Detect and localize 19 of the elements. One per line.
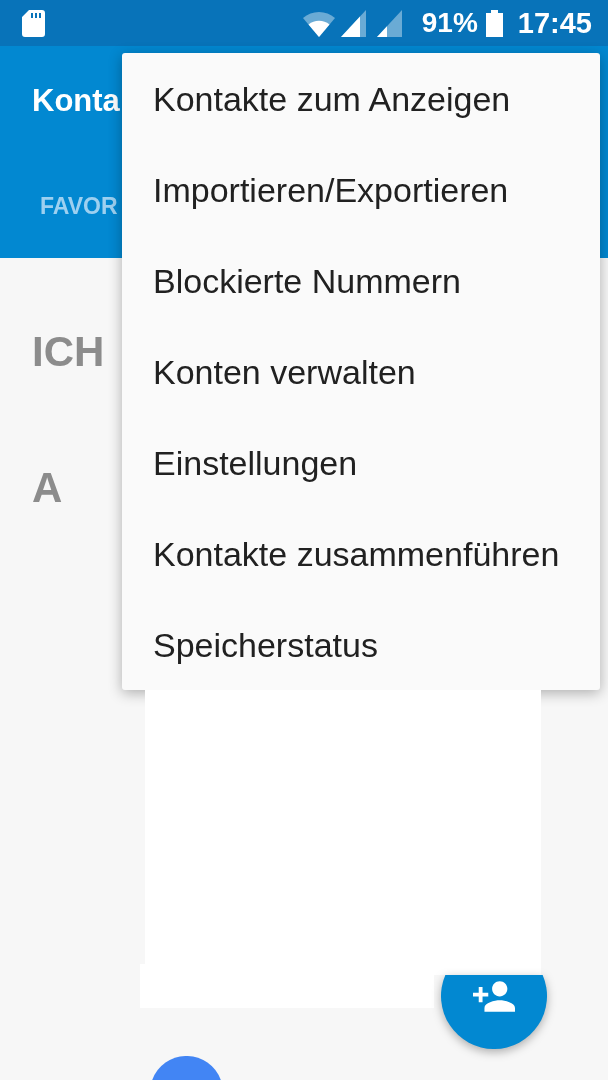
app-title: Konta [32, 84, 120, 116]
menu-item[interactable]: Importieren/Exportieren [122, 144, 600, 235]
menu-item[interactable]: Konten verwalten [122, 326, 600, 417]
signal-icon [340, 9, 366, 37]
add-contact-button[interactable] [441, 975, 547, 1049]
wifi-icon [302, 9, 335, 37]
battery-percentage: 91% [421, 9, 478, 37]
section-header: ICH [32, 328, 105, 376]
battery-icon [485, 9, 503, 37]
section-header: A [32, 464, 63, 512]
menu-item[interactable]: Speicherstatus [122, 599, 600, 690]
menu-item[interactable]: Blockierte Nummern [122, 235, 600, 326]
menu-item[interactable]: Einstellungen [122, 417, 600, 508]
menu-item[interactable]: Kontakte zusammenführen [122, 508, 600, 599]
sd-card-icon [22, 9, 45, 37]
menu-item[interactable]: Kontakte zum Anzeigen [122, 53, 600, 144]
signal-icon [376, 9, 402, 37]
clock-time: 17:45 [517, 8, 592, 38]
person-add-icon [473, 981, 515, 1012]
